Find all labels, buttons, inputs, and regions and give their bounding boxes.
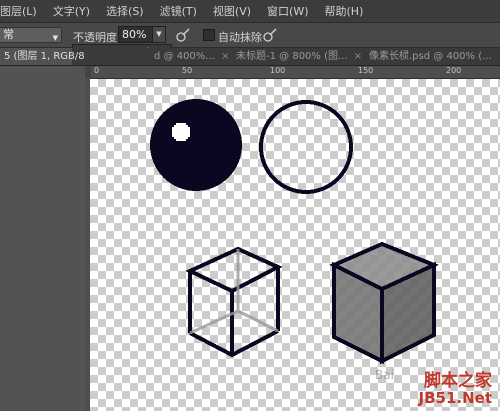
watermark-site-name: 脚本之家	[424, 371, 492, 391]
menu-select[interactable]: 选择(S)	[98, 3, 152, 19]
menu-bar: 图层(L) 文字(Y) 选择(S) 滤镜(T) 视图(V) 窗口(W) 帮助(H…	[0, 0, 500, 23]
tab-label: 未标题-1 @ 800% (图...	[236, 51, 348, 62]
solid-cube	[329, 241, 440, 365]
wireframe-cube	[185, 246, 283, 358]
menu-type[interactable]: 文字(Y)	[45, 3, 98, 19]
ruler-tick-label: 100	[270, 66, 286, 75]
tab-label: d @ 400%...	[154, 51, 215, 62]
site-watermark: Bai 脚本之家 JB51.Net	[375, 364, 500, 411]
tab-document-4[interactable]: 像素长棂.psd @ 400% (...	[365, 48, 496, 65]
horizontal-ruler[interactable]: 0 50 100 150 200	[85, 66, 500, 79]
blend-mode-select[interactable]: 常 ▼	[0, 27, 62, 43]
watermark-site-url: JB51.Net	[418, 389, 492, 407]
close-icon[interactable]: ×	[354, 51, 362, 62]
airbrush-pressure-icon[interactable]	[175, 27, 191, 43]
tab-document-1[interactable]: 5 (图层 1, RGB/8	[0, 48, 85, 65]
outline-circle	[259, 100, 353, 194]
ruler-tick-label: 200	[446, 66, 462, 75]
document-canvas[interactable]	[90, 79, 500, 411]
menu-help[interactable]: 帮助(H)	[317, 3, 372, 19]
pixel-art	[150, 99, 440, 365]
tab-document-3[interactable]: 未标题-1 @ 800% (图... ×	[232, 48, 366, 65]
pen-pressure-size-icon[interactable]	[262, 27, 278, 43]
auto-erase-label: 自动抹除	[218, 31, 262, 44]
ruler-tick-label: 0	[94, 66, 100, 75]
ruler-tick-label: 50	[182, 66, 193, 75]
menu-filter[interactable]: 滤镜(T)	[152, 3, 205, 19]
chevron-down-icon[interactable]: ▼	[152, 27, 165, 42]
chevron-down-icon: ▼	[52, 34, 58, 42]
menu-view[interactable]: 视图(V)	[205, 3, 259, 19]
ruler-origin[interactable]	[85, 66, 91, 78]
tab-label: 5 (图层 1, RGB/8	[4, 51, 85, 62]
opacity-value: 80%	[122, 28, 147, 41]
menu-window[interactable]: 窗口(W)	[259, 3, 316, 19]
tab-label: 像素长棂.psd @ 400% (...	[369, 51, 492, 62]
filled-circle	[150, 99, 242, 191]
opacity-label: 不透明度:	[73, 31, 121, 44]
blend-mode-value: 常	[3, 28, 14, 41]
watermark-faint-text: Bai	[375, 368, 394, 382]
document-tab-bar: 5 (图层 1, RGB/8 d @ 400%... × 未标题-1 @ 800…	[0, 48, 500, 66]
ruler-tick-label: 150	[358, 66, 374, 75]
menu-layer[interactable]: 图层(L)	[0, 3, 45, 19]
auto-erase-checkbox[interactable]	[203, 29, 215, 41]
tab-document-2[interactable]: d @ 400%... ×	[150, 48, 233, 65]
opacity-input[interactable]: 80% ▼	[118, 26, 166, 43]
close-icon[interactable]: ×	[221, 51, 229, 62]
